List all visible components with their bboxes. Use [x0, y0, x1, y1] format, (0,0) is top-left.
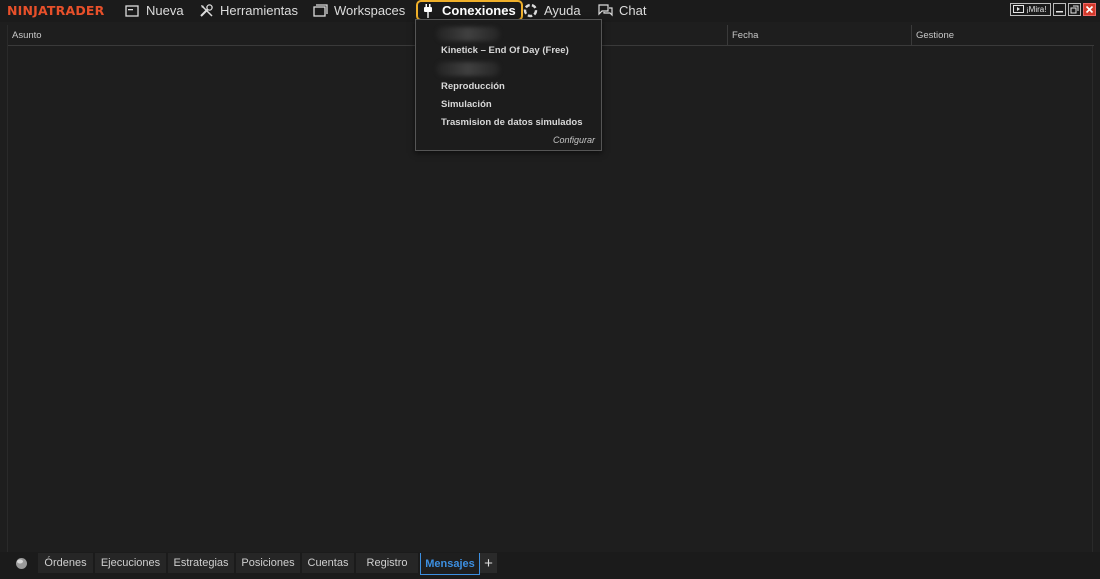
tab-ejecuciones[interactable]: Ejecuciones: [95, 553, 167, 573]
minimize-button[interactable]: [1053, 3, 1066, 16]
connection-kinetick[interactable]: Kinetick – End Of Day (Free): [441, 45, 569, 56]
redacted-connection-1[interactable]: [436, 27, 500, 41]
mira-button[interactable]: ¡Mira!: [1010, 3, 1051, 16]
menu-nueva[interactable]: Nueva: [124, 1, 184, 20]
tab-estrategias[interactable]: Estrategias: [168, 553, 235, 573]
menu-herramientas-label: Herramientas: [220, 3, 299, 18]
close-button[interactable]: [1083, 3, 1096, 16]
new-window-icon: [124, 3, 140, 19]
redacted-connection-2[interactable]: [436, 62, 500, 76]
restore-button[interactable]: [1068, 3, 1081, 16]
workspaces-icon: [312, 3, 328, 19]
tab-ordenes[interactable]: Órdenes: [38, 553, 94, 573]
help-lifebuoy-icon: [522, 3, 538, 19]
plug-icon: [420, 3, 436, 19]
globe-tab[interactable]: [7, 553, 37, 573]
menu-conexiones-label: Conexiones: [442, 3, 516, 18]
configure-link[interactable]: Configurar: [553, 135, 595, 145]
menu-conexiones[interactable]: Conexiones: [416, 0, 523, 21]
tab-mensajes[interactable]: Mensajes: [420, 553, 480, 575]
connection-simulacion[interactable]: Simulación: [441, 99, 492, 110]
close-icon: [1085, 5, 1094, 14]
connection-simulated-data-feed[interactable]: Trasmision de datos simulados: [441, 117, 582, 128]
tab-cuentas[interactable]: Cuentas: [302, 553, 355, 573]
bottom-tab-bar: Órdenes Ejecuciones Estrategias Posicion…: [0, 552, 1100, 579]
app-logo: NINJATRADER: [7, 3, 105, 18]
menu-chat[interactable]: Chat: [597, 1, 646, 20]
column-gestione[interactable]: Gestione: [912, 25, 1094, 46]
tools-icon: [198, 3, 214, 19]
menu-workspaces-label: Workspaces: [334, 3, 406, 18]
connection-reproduccion[interactable]: Reproducción: [441, 81, 505, 92]
menu-nueva-label: Nueva: [146, 3, 184, 18]
minimize-icon: [1056, 11, 1063, 13]
tab-posiciones[interactable]: Posiciones: [236, 553, 301, 573]
column-fecha[interactable]: Fecha: [728, 25, 912, 46]
menu-workspaces[interactable]: Workspaces: [312, 1, 405, 20]
chat-icon: [597, 3, 613, 19]
menu-ayuda-label: Ayuda: [544, 3, 581, 18]
menu-ayuda[interactable]: Ayuda: [522, 1, 581, 20]
add-tab-button[interactable]: +: [480, 553, 498, 573]
globe-icon: [16, 557, 27, 569]
video-icon: [1013, 4, 1024, 15]
window-controls: ¡Mira!: [1010, 3, 1096, 16]
mira-label: ¡Mira!: [1026, 5, 1047, 14]
menu-herramientas[interactable]: Herramientas: [198, 1, 298, 20]
column-asunto[interactable]: Asunto: [8, 25, 728, 46]
menu-chat-label: Chat: [619, 3, 647, 18]
restore-icon: [1070, 5, 1079, 14]
tab-registro[interactable]: Registro: [356, 553, 419, 573]
connections-dropdown: Kinetick – End Of Day (Free) Reproducció…: [415, 19, 602, 151]
